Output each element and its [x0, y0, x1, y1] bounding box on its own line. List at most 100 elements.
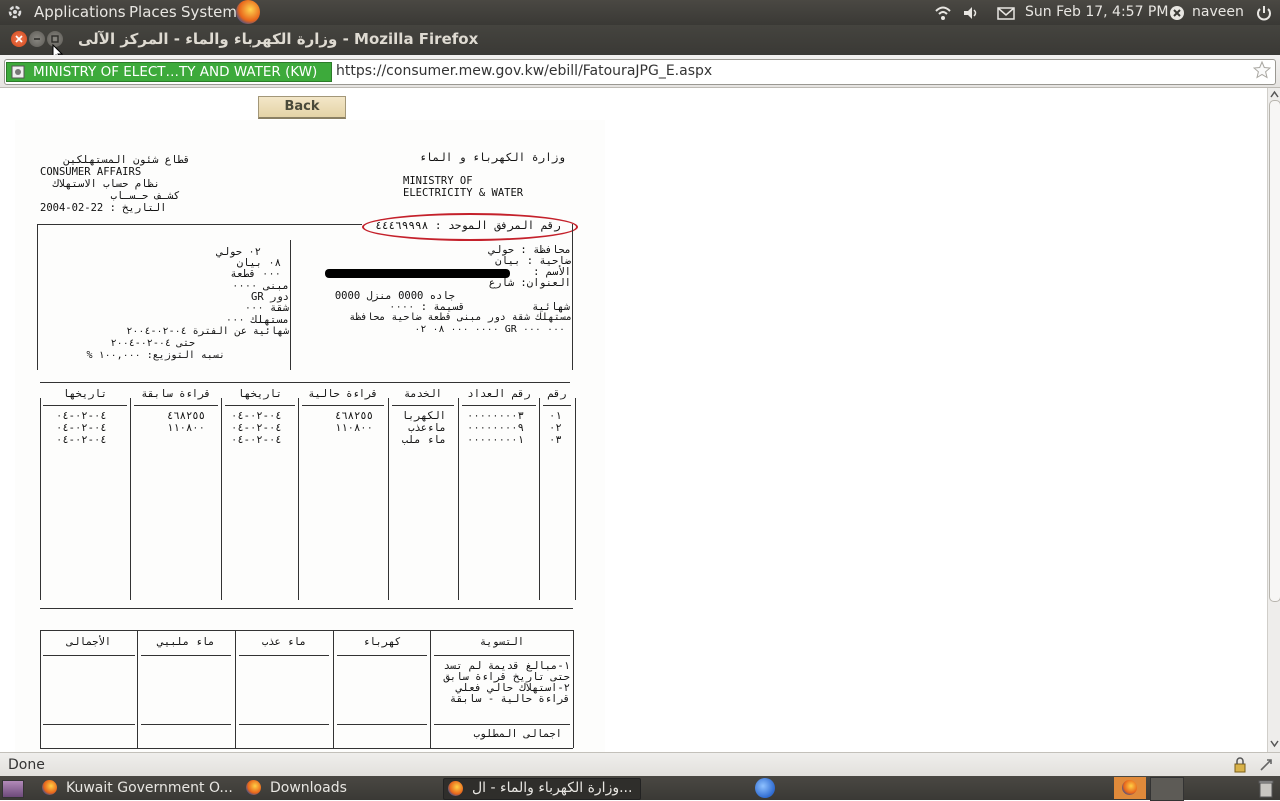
divider	[392, 405, 454, 406]
places-menu[interactable]: Places	[129, 3, 177, 21]
firefox-launcher-icon[interactable]	[236, 0, 260, 24]
taskbar-item-label: Kuwait Government O...	[66, 780, 233, 796]
wifi-icon[interactable]	[934, 4, 952, 22]
cell: ٠٠٠٠٠٠٠٠٣	[467, 410, 524, 422]
unified-number: رقم المرفق الموحد : ٤٤٤٦٩٩٩٨	[375, 219, 561, 232]
system-menu[interactable]: System	[181, 3, 237, 21]
status-text: Done	[8, 757, 45, 773]
mail-icon[interactable]	[997, 4, 1015, 22]
divider	[40, 630, 573, 631]
divider	[43, 724, 135, 725]
vertical-scrollbar[interactable]	[1267, 88, 1280, 752]
globe-icon[interactable]	[755, 778, 775, 798]
cell: ٠٤-٠٢-٠٤	[56, 410, 107, 422]
back-button[interactable]: Back	[258, 96, 346, 119]
left-consumer: مستهلك ٠٠٠	[225, 314, 289, 326]
left-block-no: ٠٠٠ قطعة	[230, 268, 281, 280]
statement-date: التاريخ : 22-02-2004	[40, 202, 167, 214]
url-text[interactable]: https://consumer.mew.gov.kw/ebill/Fatour…	[336, 63, 712, 79]
table-row: ٠١ ٠٠٠٠٠٠٠٠٣ الكهربا ٤٦٨٢٥٥ ٠٤-٠٢-٠٤ ٤٦٨…	[15, 410, 605, 422]
bookmark-star-icon[interactable]	[1253, 61, 1271, 79]
close-window-icon[interactable]	[11, 31, 27, 47]
site-identity-button[interactable]: MINISTRY OF ELECT…TY AND WATER (KW)	[6, 62, 332, 82]
cell: ٠٢	[549, 422, 562, 434]
minimize-window-icon[interactable]	[29, 31, 45, 47]
lock-icon[interactable]	[1232, 757, 1248, 773]
divider	[333, 630, 334, 748]
cell: ٠٤-٠٢-٠٤	[56, 434, 107, 446]
divider	[239, 724, 329, 725]
address: العنوان: شارع	[488, 277, 571, 289]
cell: ٠٠٠٠٠٠٠٠١	[467, 434, 524, 446]
firefox-icon	[1122, 780, 1137, 795]
top-panel: Applications Places System Sun Feb 17, 4…	[0, 0, 1280, 25]
divider	[235, 630, 236, 748]
distribution-ratio: نسبه التوزيع: ١٠٠,٠٠٠ %	[86, 350, 226, 361]
show-desktop-icon[interactable]	[2, 780, 24, 798]
scroll-up-arrow-icon[interactable]	[1270, 90, 1279, 98]
cell: ٤٦٨٢٥٥	[335, 410, 373, 422]
cell: ١١٠٨٠٠	[335, 422, 373, 434]
divider	[43, 655, 135, 656]
divider	[430, 630, 431, 748]
window-titlebar: وزارة الكهرباء والماء - المركز الآلى - M…	[0, 25, 1280, 62]
taskbar-item-active[interactable]: وزارة الكهرباء والماء - ال...	[443, 778, 641, 800]
window-title: وزارة الكهرباء والماء - المركز الآلى - M…	[78, 30, 479, 48]
clock[interactable]: Sun Feb 17, 4:57 PM	[1025, 4, 1168, 20]
consumer-affairs: CONSUMER AFFAIRS	[40, 166, 142, 178]
divider	[43, 405, 127, 406]
taskbar-item-label: Downloads	[270, 780, 347, 796]
divider	[462, 405, 536, 406]
billing-period: شهائية عن الفترة ٠٤-٠٢-٢٠٠٤	[126, 326, 289, 337]
cell: الكهربا	[401, 410, 446, 422]
divider	[40, 382, 570, 383]
divider	[337, 655, 427, 656]
statement-label: كشـف حـسـاب	[110, 190, 180, 202]
divider	[239, 655, 329, 656]
col-current-reading: قراءة حالية	[308, 388, 378, 400]
divider	[134, 405, 218, 406]
divider	[37, 224, 38, 370]
divider	[543, 405, 571, 406]
bill-image: وزارة الكهرباء و الماء MINISTRY OF ELECT…	[15, 120, 605, 752]
settlement-item: قراءة حالية - سابقة	[449, 693, 570, 705]
site-favicon-icon	[11, 65, 25, 79]
taskbar-item[interactable]: Downloads	[242, 778, 438, 798]
divider	[37, 224, 362, 225]
left-flat: شقة ٠٠٠	[244, 302, 289, 314]
taskbar-item-label: وزارة الكهرباء والماء - ال...	[472, 780, 633, 796]
user-icon[interactable]	[1168, 4, 1186, 22]
divider	[290, 240, 291, 370]
workspace-switcher[interactable]	[1114, 777, 1146, 799]
site-identity-label: MINISTRY OF ELECT…TY AND WATER (KW)	[33, 64, 318, 80]
col-service: الخدمة	[404, 388, 442, 400]
volume-icon[interactable]	[962, 4, 980, 22]
scroll-down-arrow-icon[interactable]	[1270, 740, 1279, 748]
cell: ماء ملب	[401, 434, 446, 446]
applications-menu[interactable]: Applications	[34, 3, 126, 21]
cell: ماءعذب	[408, 422, 446, 434]
col-previous-reading: قراءة سابقة	[141, 388, 211, 400]
workspace-2[interactable]	[1150, 777, 1184, 801]
page-content: Back وزارة الكهرباء و الماء MINISTRY OF …	[0, 88, 1267, 752]
cell: ٠٤-٠٢-٠٤	[56, 422, 107, 434]
fresh-water-header: ماء عذب	[261, 636, 307, 648]
table-row: ٠٢ ٠٠٠٠٠٠٠٠٩ ماءعذب ١١٠٨٠٠ ٠٤-٠٢-٠٤ ١١٠٨…	[15, 422, 605, 434]
user-name[interactable]: naveen	[1192, 4, 1244, 20]
divider	[141, 655, 231, 656]
taskbar-item[interactable]: Kuwait Government O...	[38, 778, 234, 798]
cell: ١١٠٨٠٠	[167, 422, 205, 434]
addon-icon[interactable]	[1258, 757, 1274, 773]
power-icon[interactable]	[1255, 4, 1273, 22]
col-previous-date: تاريخها	[62, 388, 108, 400]
scroll-thumb[interactable]	[1269, 100, 1280, 602]
gnome-foot-icon[interactable]	[6, 3, 24, 21]
col-meter: رقم العداد	[467, 388, 531, 400]
cell: ٠٣	[549, 434, 562, 446]
trash-icon[interactable]	[1256, 778, 1276, 798]
brackish-water-header: ماء ملبيي	[157, 636, 215, 648]
cell: ٠١	[549, 410, 562, 422]
divider	[40, 748, 573, 749]
billing-until: حتى ٠٤-٠٢-٢٠٠٤	[110, 338, 195, 349]
divider	[40, 630, 41, 748]
